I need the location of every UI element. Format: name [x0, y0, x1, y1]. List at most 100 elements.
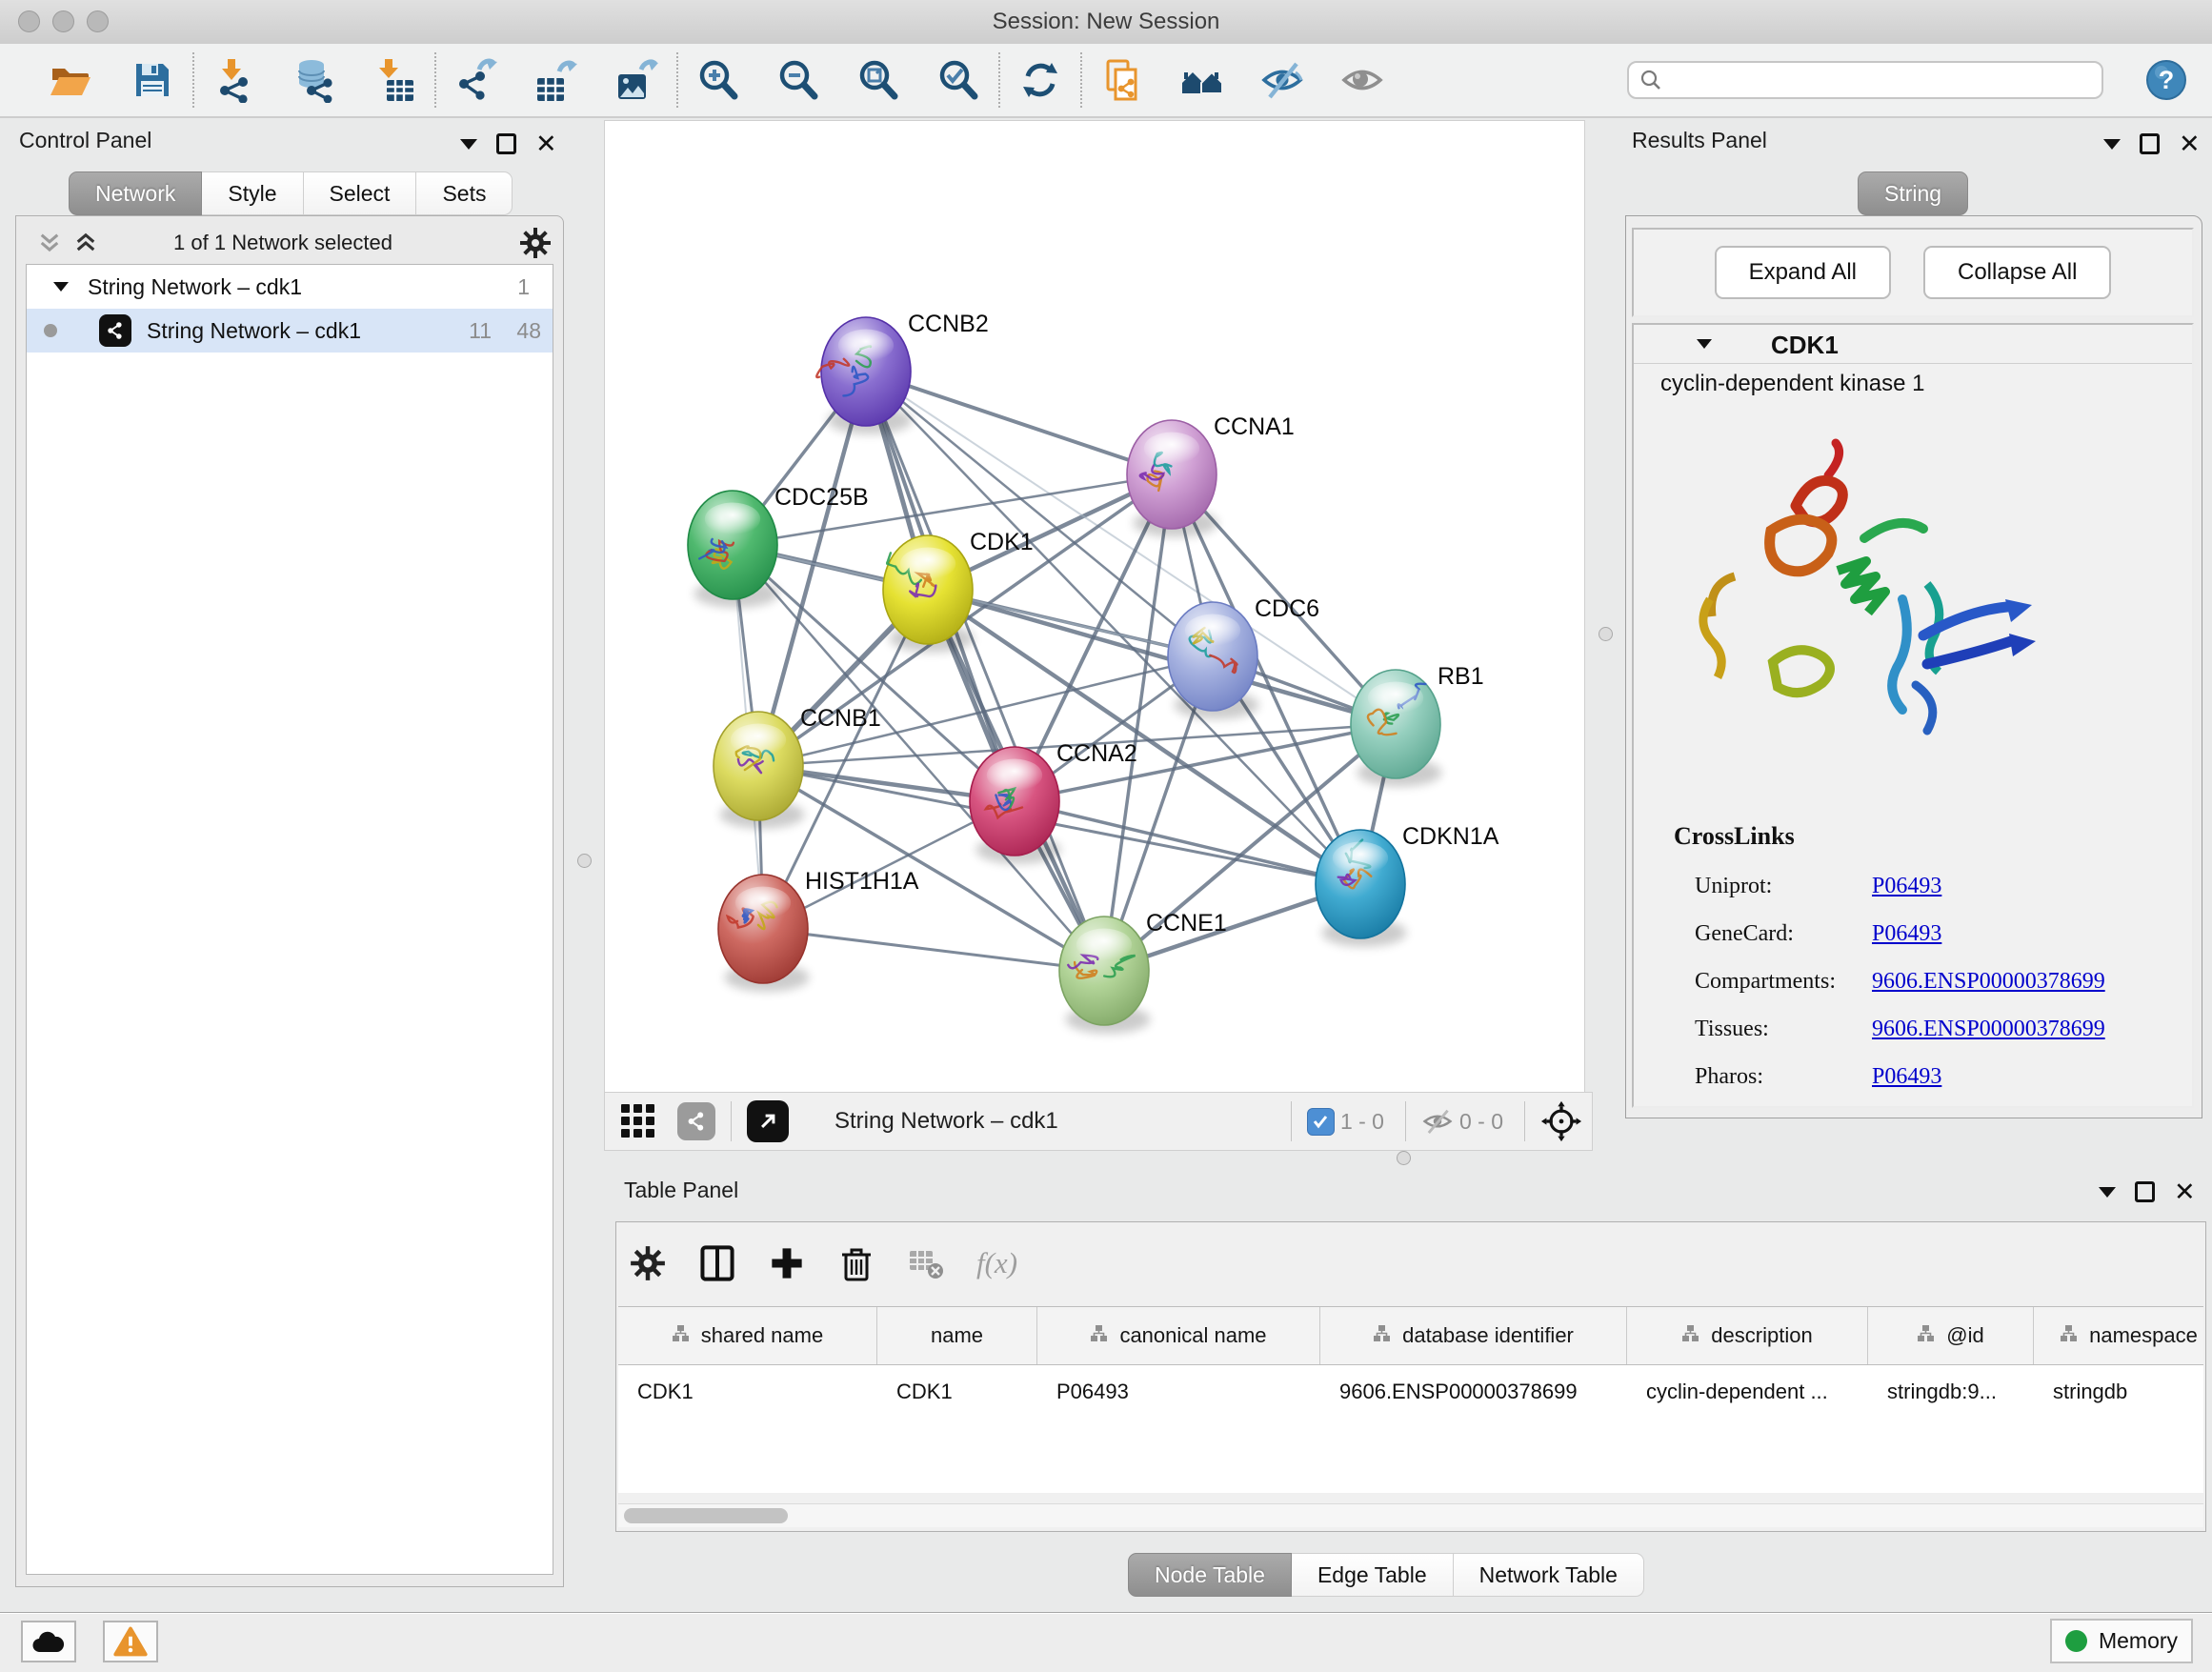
section-expander-icon[interactable]	[1695, 336, 1714, 352]
column-header-canonical-name[interactable]: canonical name	[1037, 1307, 1320, 1364]
panel-menu-icon[interactable]	[460, 139, 477, 150]
network-node-cdk1[interactable]: CDK1	[883, 529, 1034, 653]
crosslink-link[interactable]: P06493	[1872, 874, 1941, 899]
panel-float-icon[interactable]	[2140, 133, 2160, 154]
search-input[interactable]	[1663, 67, 2077, 93]
open-session-button[interactable]	[46, 55, 95, 105]
crosslink-link[interactable]: P06493	[1872, 921, 1941, 947]
help-button[interactable]: ?	[2142, 55, 2191, 105]
table-options-gear-icon[interactable]	[630, 1245, 666, 1281]
refresh-button[interactable]	[1016, 55, 1065, 105]
show-columns-icon[interactable]	[698, 1244, 736, 1282]
crosslink-link[interactable]: P06493	[1872, 1064, 1941, 1090]
tab-sets[interactable]: Sets	[416, 171, 513, 215]
clone-network-button[interactable]	[1097, 55, 1147, 105]
table-cell[interactable]: CDK1	[877, 1365, 1037, 1419]
network-node-ccnb2[interactable]: CCNB2	[816, 311, 988, 434]
network-node-ccna2[interactable]: CCNA2	[970, 740, 1137, 864]
delete-column-icon[interactable]	[837, 1244, 875, 1282]
network-options-gear-icon[interactable]	[519, 227, 552, 259]
right-splitter-handle[interactable]	[1599, 627, 1613, 641]
tab-style[interactable]: Style	[202, 171, 303, 215]
panel-close-icon[interactable]: ✕	[2179, 134, 2201, 153]
import-table-button[interactable]	[370, 55, 419, 105]
panel-close-icon[interactable]: ✕	[2174, 1182, 2196, 1201]
column-header-name[interactable]: name	[877, 1307, 1037, 1364]
open-in-new-window-icon[interactable]	[747, 1100, 789, 1142]
panel-float-icon[interactable]	[2135, 1181, 2155, 1202]
table-cell[interactable]: cyclin-dependent ...	[1627, 1365, 1868, 1419]
table-cell[interactable]: P06493	[1037, 1365, 1320, 1419]
save-session-button[interactable]	[128, 55, 177, 105]
crosslink-link[interactable]: 9606.ENSP00000378699	[1872, 1017, 2105, 1042]
network-canvas[interactable]: CCNB2CCNA1CDC25BCDK1CDC6RB1CCNB1CCNA2CDK…	[604, 120, 1585, 1094]
first-neighbors-button[interactable]	[1177, 55, 1227, 105]
panel-close-icon[interactable]: ✕	[535, 134, 557, 153]
import-network-file-button[interactable]	[210, 55, 259, 105]
network-node-rb1[interactable]: RB1	[1351, 663, 1484, 787]
search-field[interactable]	[1627, 61, 2103, 99]
cloud-status-button[interactable]	[21, 1621, 76, 1662]
zoom-out-button[interactable]	[774, 55, 823, 105]
node-label: CCNA2	[1056, 740, 1137, 767]
birds-eye-view-icon[interactable]	[620, 1103, 656, 1139]
network-node-hist1h1a[interactable]: HIST1H1A	[718, 868, 919, 992]
network-node-ccne1[interactable]: CCNE1	[1059, 910, 1227, 1034]
selected-counts: 1 - 0	[1340, 1109, 1384, 1135]
selected-nodes-checkbox-icon[interactable]	[1307, 1108, 1335, 1136]
panel-float-icon[interactable]	[496, 133, 516, 154]
column-header-description[interactable]: description	[1627, 1307, 1868, 1364]
fit-selection-crosshair-icon[interactable]	[1540, 1100, 1582, 1142]
warnings-button[interactable]	[103, 1621, 158, 1662]
hide-selected-button[interactable]	[1257, 55, 1307, 105]
tab-select[interactable]: Select	[304, 171, 417, 215]
scrollbar-thumb[interactable]	[624, 1508, 788, 1523]
export-network-button[interactable]	[452, 55, 501, 105]
network-node-cdc25b[interactable]: CDC25B	[688, 484, 869, 608]
zoom-selected-button[interactable]	[934, 55, 983, 105]
network-edge[interactable]	[866, 372, 1172, 474]
table-cell[interactable]: stringdb:9...	[1868, 1365, 2034, 1419]
tab-network-table[interactable]: Network Table	[1454, 1553, 1644, 1597]
export-table-button[interactable]	[532, 55, 581, 105]
table-cell[interactable]: CDK1	[618, 1365, 877, 1419]
tree-expander-icon[interactable]	[51, 279, 70, 294]
tab-node-table[interactable]: Node Table	[1128, 1553, 1292, 1597]
collapse-all-icon[interactable]	[37, 231, 62, 255]
expand-all-button[interactable]: Expand All	[1715, 246, 1891, 299]
expand-all-icon[interactable]	[73, 231, 98, 255]
network-edge[interactable]	[1015, 801, 1360, 884]
column-header-shared-name[interactable]: shared name	[618, 1307, 877, 1364]
column-header-database-identifier[interactable]: database identifier	[1320, 1307, 1627, 1364]
crosslink-link[interactable]: 9606.ENSP00000378699	[1872, 969, 2105, 995]
network-row[interactable]: String Network – cdk1 11 48	[27, 309, 553, 353]
tab-edge-table[interactable]: Edge Table	[1292, 1553, 1454, 1597]
show-all-button[interactable]	[1337, 55, 1387, 105]
cdk1-section-header[interactable]: CDK1	[1634, 325, 2192, 364]
panel-menu-icon[interactable]	[2099, 1187, 2116, 1198]
tab-network[interactable]: Network	[69, 171, 202, 215]
left-splitter-handle[interactable]	[577, 854, 592, 868]
tab-string[interactable]: String	[1858, 171, 1968, 215]
collapse-all-button[interactable]: Collapse All	[1923, 246, 2111, 299]
export-image-button[interactable]	[612, 55, 661, 105]
memory-button[interactable]: Memory	[2050, 1619, 2193, 1663]
zoom-fit-button[interactable]	[854, 55, 903, 105]
svg-text:?: ?	[2159, 66, 2175, 94]
column-header--id[interactable]: @id	[1868, 1307, 2034, 1364]
network-collection-row[interactable]: String Network – cdk1 1	[27, 265, 553, 309]
network-node-cdkn1a[interactable]: CDKN1A	[1316, 823, 1499, 947]
import-network-database-button[interactable]	[290, 55, 339, 105]
panel-menu-icon[interactable]	[2103, 139, 2121, 150]
table-row[interactable]: CDK1CDK1P064939606.ENSP00000378699cyclin…	[618, 1365, 2203, 1419]
bottom-splitter-handle[interactable]	[1397, 1151, 1411, 1165]
table-horizontal-scrollbar[interactable]	[618, 1503, 2203, 1527]
network-node-ccna1[interactable]: CCNA1	[1127, 413, 1295, 537]
table-cell[interactable]: stringdb	[2034, 1365, 2203, 1419]
zoom-in-button[interactable]	[694, 55, 743, 105]
add-column-icon[interactable]	[769, 1245, 805, 1281]
network-edge[interactable]	[763, 929, 1104, 971]
table-cell[interactable]: 9606.ENSP00000378699	[1320, 1365, 1627, 1419]
network-overview-icon[interactable]	[677, 1102, 715, 1140]
column-header-namespace[interactable]: namespace	[2034, 1307, 2203, 1364]
